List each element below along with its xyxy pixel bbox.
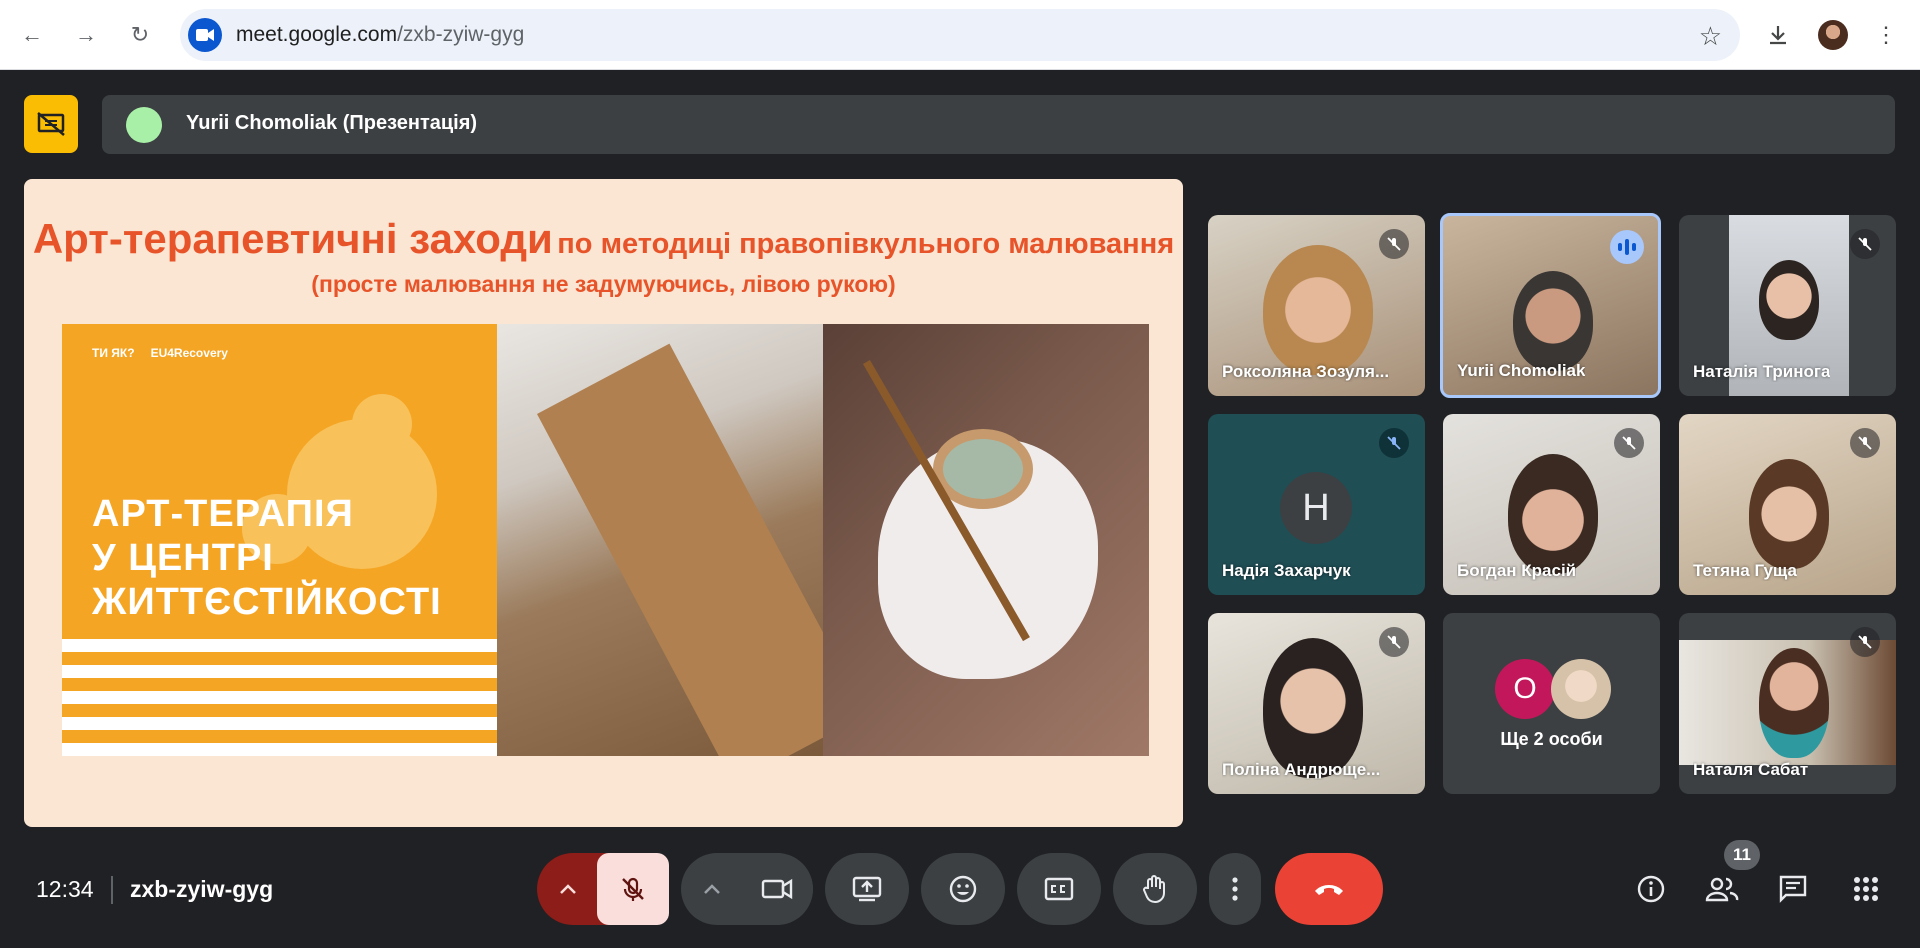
mic-off-icon — [1614, 428, 1644, 458]
slide-subtitle: (просте малювання не задумуючись, лівою … — [311, 271, 896, 297]
partner-logos: ТИ ЯК? EU4Recovery — [92, 346, 228, 360]
participant-name: Богдан Красій — [1457, 561, 1577, 580]
paint-splash-shape — [352, 394, 412, 454]
table-shape — [537, 343, 823, 756]
camera-toggle-button[interactable] — [741, 853, 813, 925]
browser-toolbar: ← → ↻ meet.google.com/zxb-zyiw-gyg ☆ ⋮ — [0, 0, 1920, 70]
presenter-label: Yurii Chomoliak (Презентація) — [186, 112, 478, 134]
stop-presenting-button[interactable] — [24, 95, 78, 153]
chat-icon[interactable] — [1770, 866, 1816, 912]
browser-menu-icon[interactable]: ⋮ — [1868, 17, 1904, 53]
participant-name: Роксоляна Зозуля... — [1222, 362, 1390, 381]
participant-video — [1749, 459, 1829, 569]
participant-name: Тетяна Гуща — [1693, 561, 1797, 580]
workshop-photo — [497, 324, 823, 756]
participant-avatar — [1551, 659, 1611, 719]
palette-photo — [823, 324, 1149, 756]
participant-name: Наталя Сабат — [1693, 760, 1809, 779]
mic-off-icon — [1379, 428, 1409, 458]
reload-icon[interactable]: ↻ — [122, 17, 158, 53]
participant-video — [1263, 245, 1373, 375]
meet-site-icon[interactable] — [188, 18, 222, 52]
participant-name: Yurii Chomoliak — [1457, 361, 1586, 380]
participant-name: Наталія Триногa — [1693, 362, 1831, 381]
people-icon[interactable] — [1699, 866, 1745, 912]
captions-button[interactable] — [1017, 853, 1101, 925]
participant-initial-avatar: Н — [1280, 472, 1352, 544]
participant-tile[interactable]: Наталя Сабат — [1679, 613, 1896, 794]
participant-tile[interactable]: Тетяна Гуща — [1679, 414, 1896, 595]
presentation-slide: Арт-терапевтичні заходи по методиці прав… — [24, 179, 1183, 827]
more-participants-label: Ще 2 особи — [1500, 729, 1603, 749]
activities-grid-icon[interactable] — [1843, 866, 1889, 912]
mic-off-icon — [1379, 627, 1409, 657]
raise-hand-button[interactable] — [1113, 853, 1197, 925]
more-participants-tile[interactable]: О Ще 2 особи — [1443, 613, 1660, 794]
mic-toggle-button[interactable] — [597, 853, 669, 925]
bookmark-star-icon[interactable]: ☆ — [1699, 21, 1722, 52]
participant-tile[interactable]: Роксоляна Зозуля... — [1208, 215, 1425, 396]
url-text: meet.google.com/zxb-zyiw-gyg — [236, 23, 525, 46]
meeting-code: zxb-zyiw-gyg — [130, 876, 274, 902]
present-screen-button[interactable] — [825, 853, 909, 925]
divider — [111, 876, 113, 904]
participant-video — [1513, 271, 1593, 371]
participant-name: Поліна Андрюще... — [1222, 760, 1381, 779]
participant-initial-avatar: О — [1495, 659, 1555, 719]
speaking-indicator-icon — [1610, 230, 1644, 264]
participant-tile[interactable]: Н Надія Захарчук — [1208, 414, 1425, 595]
participant-video — [1508, 454, 1598, 574]
meeting-details-icon[interactable] — [1628, 866, 1674, 912]
participant-tile[interactable]: Богдан Красій — [1443, 414, 1660, 595]
participant-video — [1263, 638, 1363, 778]
mic-off-icon — [1379, 229, 1409, 259]
participant-tile[interactable]: Поліна Андрюще... — [1208, 613, 1425, 794]
participant-tile[interactable]: Наталія Триногa — [1679, 215, 1896, 396]
forward-icon[interactable]: → — [68, 17, 104, 53]
presenter-avatar — [126, 107, 162, 143]
reactions-button[interactable] — [921, 853, 1005, 925]
participant-name: Надія Захарчук — [1222, 561, 1351, 580]
mic-off-icon — [1850, 627, 1880, 657]
more-options-button[interactable] — [1209, 853, 1261, 925]
clock: 12:34 — [36, 876, 94, 902]
poster-title: АРТ-ТЕРАПІЯ У ЦЕНТРІ ЖИТТЄСТІЙКОСТІ — [92, 493, 442, 623]
mic-off-icon — [1850, 229, 1880, 259]
poster-stripes — [62, 639, 497, 756]
presenter-banner: Yurii Chomoliak (Презентація) — [102, 95, 1895, 154]
download-icon[interactable] — [1760, 17, 1796, 53]
mic-off-icon — [1850, 428, 1880, 458]
participant-face — [1759, 260, 1819, 340]
leave-call-button[interactable] — [1275, 853, 1383, 925]
art-therapy-poster: ТИ ЯК? EU4Recovery АРТ-ТЕРАПІЯ У ЦЕНТРІ … — [62, 324, 497, 756]
participant-tile-active[interactable]: Yurii Chomoliak — [1440, 213, 1661, 398]
participant-face — [1759, 648, 1829, 758]
back-icon[interactable]: ← — [14, 17, 50, 53]
address-bar[interactable]: meet.google.com/zxb-zyiw-gyg ☆ — [180, 9, 1740, 61]
profile-avatar[interactable] — [1815, 17, 1851, 53]
slide-title: Арт-терапевтичні заходи по методиці прав… — [32, 215, 1175, 262]
